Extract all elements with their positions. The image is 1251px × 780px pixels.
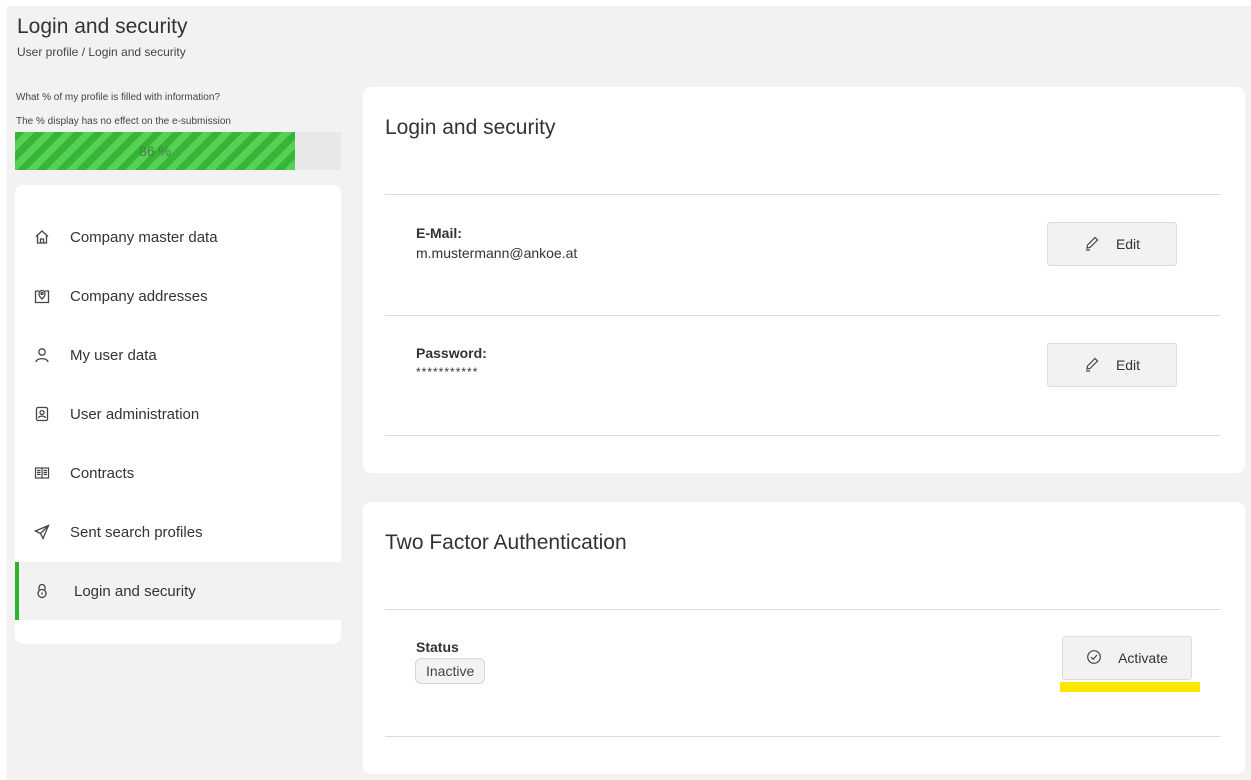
sidebar-item-my-user-data[interactable]: My user data [15,326,341,384]
sidebar-item-sent-search-profiles[interactable]: Sent search profiles [15,503,341,561]
card-title: Login and security [385,116,556,139]
app-window: Login and security User profile / Login … [7,6,1251,780]
divider [385,435,1221,436]
profile-fill-question: What % of my profile is filled with info… [16,92,220,103]
check-circle-icon [1086,649,1102,668]
page-title: Login and security [17,15,188,38]
two-factor-card: Two Factor Authentication Status Inactiv… [363,502,1245,774]
map-pin-icon [32,286,52,306]
paper-plane-icon [32,522,52,542]
card-title: Two Factor Authentication [385,531,627,554]
divider [385,736,1221,737]
divider [385,315,1221,316]
user-icon [32,345,52,365]
sidebar-item-label: Contracts [70,464,135,482]
login-security-card: Login and security E-Mail: m.mustermann@… [363,87,1245,473]
status-label: Status [416,639,459,655]
divider [385,194,1221,195]
user-badge-icon [32,404,52,424]
activate-button[interactable]: Activate [1062,636,1192,680]
sidebar-item-contracts[interactable]: Contracts [15,444,341,502]
profile-progress-bar: 86 % [15,132,341,170]
home-icon [32,227,52,247]
pencil-icon [1084,235,1100,254]
password-value: *********** [416,365,479,379]
divider [385,609,1221,610]
sidebar-item-label: Company addresses [70,287,208,305]
profile-fill-note: The % display has no effect on the e-sub… [16,116,231,127]
sidebar-item-label: My user data [70,346,157,364]
sidebar-item-label: Sent search profiles [70,523,203,541]
sidebar-item-company-master-data[interactable]: Company master data [15,208,341,266]
sidebar-item-label: Company master data [70,228,218,246]
sidebar-nav: Company master data Company addresses My… [15,185,341,644]
password-label: Password: [416,345,487,361]
sidebar-item-label: User administration [70,405,200,423]
book-icon [32,463,52,483]
lock-icon [32,581,52,601]
sidebar-item-company-addresses[interactable]: Company addresses [15,267,341,325]
button-label: Edit [1115,357,1141,373]
button-label: Edit [1115,236,1141,252]
sidebar-item-login-and-security[interactable]: Login and security [15,562,341,620]
email-label: E-Mail: [416,225,462,241]
pencil-icon [1084,356,1100,375]
profile-progress-label: 86 % [139,143,171,159]
edit-email-button[interactable]: Edit [1047,222,1177,266]
edit-password-button[interactable]: Edit [1047,343,1177,387]
breadcrumb: User profile / Login and security [17,45,186,59]
sidebar-item-label: Login and security [74,582,196,600]
highlight-marker [1060,682,1200,692]
button-label: Activate [1118,650,1168,666]
sidebar-item-user-administration[interactable]: User administration [15,385,341,443]
email-value: m.mustermann@ankoe.at [416,245,578,261]
status-badge: Inactive [415,658,486,684]
